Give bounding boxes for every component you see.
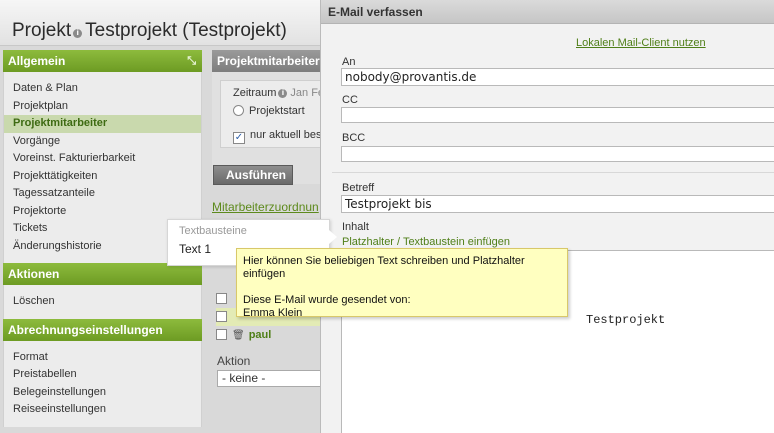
projektstart-label: Projektstart	[249, 105, 305, 117]
sidebar-list-aktionen: Löschen	[3, 285, 202, 319]
sidebar-item-fakturierbarkeit[interactable]: Voreinst. Fakturierbarkeit	[4, 150, 201, 168]
sidebar-item-reiseeinstellungen[interactable]: Reiseeinstellungen	[4, 401, 201, 419]
to-field[interactable]: nobody@provantis.de	[341, 68, 774, 86]
cc-field[interactable]	[341, 107, 774, 123]
info-icon[interactable]: i	[73, 29, 83, 38]
sidebar-section-label: Abrechnungseinstellungen	[8, 322, 163, 337]
sidebar-item-projektplan[interactable]: Projektplan	[4, 98, 201, 116]
sidebar-item-vorgaenge[interactable]: Vorgänge	[4, 133, 201, 151]
sidebar-item-loeschen[interactable]: Löschen	[4, 293, 201, 311]
sidebar-item-preistabellen[interactable]: Preistabellen	[4, 366, 201, 384]
subject-field[interactable]: Testprojekt bis	[341, 195, 774, 213]
sidebar-list-abrechnung: Format Preistabellen Belegeinstellungen …	[3, 340, 202, 427]
bcc-field[interactable]	[341, 146, 774, 162]
filter-box: Zeitraum i Jan Fe Projektstart ✓ nur aktuel…	[220, 80, 322, 148]
page-title-name: Testprojekt (Testprojekt)	[85, 20, 287, 41]
info-icon[interactable]: i	[278, 89, 288, 98]
sidebar-section-abrechnung[interactable]: Abrechnungseinstellungen	[3, 318, 202, 341]
row-checkbox[interactable]	[216, 293, 227, 304]
nur-aktuell-checkbox[interactable]: ✓	[233, 132, 245, 144]
tooltip-line-2: Diese E-Mail wurde gesendet von:	[243, 294, 411, 306]
run-button[interactable]: Ausführen	[213, 165, 293, 185]
page-title-prefix: Projekt	[12, 20, 72, 41]
cc-label: CC	[342, 94, 358, 106]
zeitraum-label: Zeitraum	[233, 87, 277, 99]
nur-aktuell-label: nur aktuell bes	[250, 129, 322, 141]
sidebar-section-aktionen[interactable]: Aktionen	[3, 263, 202, 285]
tooltip-line-1: Hier können Sie beliebigen Text schreibe…	[243, 255, 525, 280]
collapse-icon[interactable]: ⤡	[187, 50, 196, 72]
sidebar-section-label: Allgemein	[8, 54, 66, 68]
sidebar-section-label: Aktionen	[8, 267, 60, 281]
projektstart-radio[interactable]	[233, 105, 244, 116]
placeholder-link[interactable]: Platzhalter / Textbaustein einfügen	[342, 236, 510, 248]
sidebar-item-projektmitarbeiter[interactable]: Projektmitarbeiter	[4, 115, 201, 133]
list-item[interactable]: 🗑 paul	[216, 326, 322, 344]
popover-title: Textbausteine	[179, 225, 247, 237]
email-dialog: E-Mail verfassen Lokalen Mail-Client nut…	[320, 0, 774, 433]
popover-arrow	[329, 230, 337, 244]
zeitraum-value: Jan Fe	[290, 87, 322, 99]
row-label[interactable]: paul	[249, 329, 272, 341]
sidebar-item-projektorte[interactable]: Projektorte	[4, 203, 201, 221]
mail-client-link[interactable]: Lokalen Mail-Client nutzen	[576, 37, 706, 49]
tooltip: Hier können Sie beliebigen Text schreibe…	[236, 248, 568, 319]
sidebar-section-allgemein[interactable]: Allgemein ⤡	[3, 50, 202, 72]
body-text: Testprojekt	[586, 313, 666, 327]
dialog-body: Lokalen Mail-Client nutzen An nobody@pro…	[332, 24, 774, 433]
row-checkbox[interactable]	[216, 311, 227, 322]
assign-link[interactable]: Mitarbeiterzuordnun	[212, 200, 319, 214]
row-checkbox[interactable]	[216, 329, 227, 340]
sidebar-item-belegeinstellungen[interactable]: Belegeinstellungen	[4, 384, 201, 402]
trash-icon[interactable]: 🗑	[232, 327, 245, 345]
action-select[interactable]: - keine -	[217, 370, 322, 387]
action-label: Aktion	[217, 354, 251, 368]
subject-label: Betreff	[342, 182, 375, 194]
sidebar-item-projekttaetigkeiten[interactable]: Projekttätigkeiten	[4, 168, 201, 186]
to-label: An	[342, 56, 356, 68]
divider	[332, 172, 774, 173]
body-label: Inhalt	[342, 221, 369, 233]
dialog-title: E-Mail verfassen	[321, 0, 774, 24]
sidebar-item-format[interactable]: Format	[4, 349, 201, 367]
sidebar-item-daten-plan[interactable]: Daten & Plan	[4, 80, 201, 98]
bcc-label: BCC	[342, 132, 366, 144]
page-title: Projekt i Testprojekt (Testprojekt)	[12, 20, 287, 42]
tooltip-line-3: Emma Klein	[243, 307, 303, 319]
panel-title: Projektmitarbeiter	[212, 50, 322, 72]
sidebar-item-tagessatzanteile[interactable]: Tagessatzanteile	[4, 185, 201, 203]
tooltip-gap	[243, 281, 567, 294]
